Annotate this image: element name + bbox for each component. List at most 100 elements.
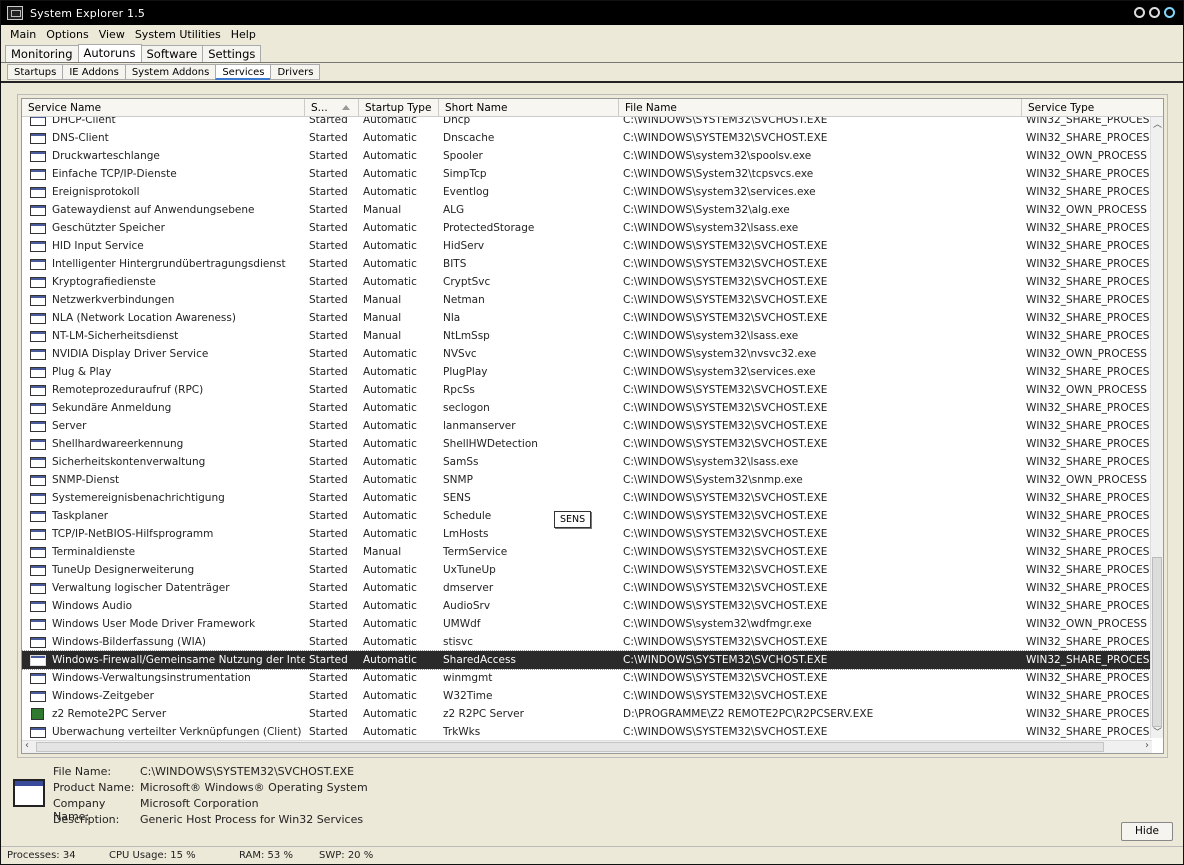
scroll-down-icon[interactable]: ﹀ — [1153, 725, 1162, 738]
table-row[interactable]: DNS-Client Started Automatic Dnscache C:\WIN… — [22, 129, 1152, 147]
service-icon — [30, 348, 46, 360]
column-service-name[interactable]: Service Name — [22, 99, 305, 117]
status-bar: Processes: 34 CPU Usage: 15 % RAM: 53 % … — [1, 846, 1183, 864]
table-row[interactable]: Geschützter Speicher Started Automatic Prot… — [22, 219, 1152, 237]
table-row[interactable]: Intelligenter Hintergrundübertragungsdie… — [22, 255, 1152, 273]
table-row[interactable]: Shellhardwareerkennung Started Automatic Sh… — [22, 435, 1152, 453]
cell-service-type: WIN32_SHARE_PROCESS — [1026, 636, 1152, 648]
service-icon — [30, 420, 46, 432]
table-row[interactable]: Terminaldienste Started Manual TermService C… — [22, 543, 1152, 561]
cell-startup-type: Automatic — [363, 708, 417, 720]
table-row[interactable]: HID Input Service Started Automatic HidServ… — [22, 237, 1152, 255]
table-row[interactable]: Windows-Bilderfassung (WIA) Started Automa… — [22, 633, 1152, 651]
cell-status: Started — [309, 294, 348, 306]
cell-status: Started — [309, 384, 348, 396]
column-short-name[interactable]: Short Name — [439, 99, 619, 117]
table-row[interactable]: Einfache TCP/IP-Dienste Started Automatic S… — [22, 165, 1152, 183]
table-row[interactable]: Ereignisprotokoll Started Automatic Eventlo… — [22, 183, 1152, 201]
cell-status: Started — [309, 690, 348, 702]
cell-service-type: WIN32_SHARE_PROCESS — [1026, 528, 1152, 540]
menu-system-utilities[interactable]: System Utilities — [130, 28, 226, 41]
maximize-icon[interactable] — [1149, 7, 1160, 18]
table-row[interactable]: Kryptografiedienste Started Automatic Crypt… — [22, 273, 1152, 291]
cell-file-name: C:\WINDOWS\system32\services.exe — [623, 186, 816, 198]
table-row[interactable]: NLA (Network Location Awareness) Started M… — [22, 309, 1152, 327]
scroll-up-icon[interactable]: ︿ — [1153, 117, 1162, 130]
cell-status: Started — [309, 582, 348, 594]
horizontal-scroll-thumb[interactable] — [36, 742, 1104, 752]
column-startup-type[interactable]: Startup Type — [359, 99, 439, 117]
table-row[interactable]: Windows-Firewall/Gemeinsame Nutzung der … — [22, 650, 1153, 670]
cell-service-type: WIN32_OWN_PROCESS — [1026, 384, 1147, 396]
scroll-right-icon[interactable]: › — [1145, 740, 1149, 751]
table-row[interactable]: Windows Audio Started Automatic AudioSrv C:\… — [22, 597, 1152, 615]
cell-status: Started — [309, 456, 348, 468]
table-row[interactable]: Netzwerkverbindungen Started Manual Netman C… — [22, 291, 1152, 309]
cell-file-name: D:\PROGRAMME\Z2 REMOTE2PC\R2PCSERV.EXE — [623, 708, 874, 720]
tab-startups[interactable]: Startups — [7, 64, 64, 80]
service-name-text: z2 Remote2PC Server — [52, 708, 167, 720]
service-icon — [30, 618, 46, 630]
tab-monitoring[interactable]: Monitoring — [5, 45, 79, 62]
cell-short-name: PlugPlay — [443, 366, 488, 378]
menu-options[interactable]: Options — [41, 28, 93, 41]
tab-services[interactable]: Services — [215, 64, 272, 80]
tab-software[interactable]: Software — [140, 45, 204, 62]
table-row[interactable]: Systemereignisbenachrichtigung Started Aut… — [22, 489, 1152, 507]
cell-short-name: LmHosts — [443, 528, 489, 540]
scroll-left-icon[interactable]: ‹ — [25, 740, 29, 751]
menu-help[interactable]: Help — [226, 28, 261, 41]
cell-service-name: Netzwerkverbindungen — [22, 294, 305, 306]
table-row[interactable]: Plug & Play Started Automatic PlugPlay C:\WI… — [22, 363, 1152, 381]
cell-status: Started — [309, 348, 348, 360]
table-row[interactable]: Windows-Zeitgeber Started Automatic W32Time… — [22, 687, 1152, 705]
table-row[interactable]: Verwaltung logischer Datenträger Started A… — [22, 579, 1152, 597]
tab-ie-addons[interactable]: IE Addons — [62, 64, 126, 80]
table-row[interactable]: Sicherheitskontenverwaltung Started Automa… — [22, 453, 1152, 471]
tab-settings[interactable]: Settings — [202, 45, 262, 62]
horizontal-scrollbar[interactable]: ‹ › — [22, 740, 1152, 753]
cell-file-name: C:\WINDOWS\system32\lsass.exe — [623, 222, 799, 234]
services-list[interactable]: DHCP-Client Started Automatic Dhcp C:\WINDOW… — [21, 98, 1164, 754]
table-row[interactable]: Sekundäre Anmeldung Started Automatic seclo… — [22, 399, 1152, 417]
cell-service-type: WIN32_OWN_PROCESS — [1026, 204, 1147, 216]
tab-autoruns[interactable]: Autoruns — [77, 44, 142, 62]
cell-service-type: WIN32_SHARE_PROCESS — [1026, 186, 1152, 198]
cell-service-type: WIN32_OWN_PROCESS — [1026, 618, 1147, 630]
tab-drivers[interactable]: Drivers — [270, 64, 321, 80]
tab-system-addons[interactable]: System Addons — [124, 64, 217, 80]
table-row[interactable]: NVIDIA Display Driver Service Started Auto… — [22, 345, 1152, 363]
table-row[interactable]: Druckwarteschlange Started Automatic Spoole… — [22, 147, 1152, 165]
details-panel: File Name: C:\WINDOWS\SYSTEM32\SVCHOST.E… — [1, 761, 1183, 846]
table-row[interactable]: Windows-Verwaltungsinstrumentation Starte… — [22, 669, 1152, 687]
table-row[interactable]: Windows User Mode Driver Framework Starte… — [22, 615, 1152, 633]
table-row[interactable]: Überwachung verteilter Verknüpfungen (Cl… — [22, 723, 1152, 741]
menu-view[interactable]: View — [94, 28, 130, 41]
table-row[interactable]: Server Started Automatic lanmanserver C:\WIN… — [22, 417, 1152, 435]
table-row[interactable]: TuneUp Designerweiterung Started Automatic… — [22, 561, 1152, 579]
table-row[interactable]: NT-LM-Sicherheitsdienst Started Manual NtLm… — [22, 327, 1152, 345]
file-name-label: File Name: — [53, 765, 112, 778]
table-row[interactable]: z2 Remote2PC Server Started Automatic z2 R2… — [22, 705, 1152, 723]
cell-service-name: DNS-Client — [22, 132, 305, 144]
service-icon — [30, 168, 46, 180]
vertical-scroll-thumb[interactable] — [1152, 557, 1162, 727]
minimize-icon[interactable] — [1134, 7, 1145, 18]
table-row[interactable]: Remoteprozeduraufruf (RPC) Started Automat… — [22, 381, 1152, 399]
close-icon[interactable] — [1164, 7, 1175, 18]
service-icon — [30, 150, 46, 162]
cell-service-name: NLA (Network Location Awareness) — [22, 312, 305, 324]
column-service-type[interactable]: Service Type — [1022, 99, 1163, 117]
table-row[interactable]: Gatewaydienst auf Anwendungsebene Started… — [22, 201, 1152, 219]
cell-startup-type: Automatic — [363, 618, 417, 630]
menu-main[interactable]: Main — [5, 28, 41, 41]
service-name-text: Verwaltung logischer Datenträger — [52, 582, 230, 594]
table-row[interactable]: SNMP-Dienst Started Automatic SNMP C:\WINDOW… — [22, 471, 1152, 489]
column-status[interactable]: S... — [305, 99, 359, 117]
service-large-icon — [13, 779, 45, 807]
vertical-scrollbar[interactable]: ︿ ﹀ — [1150, 117, 1163, 738]
cell-service-name: Intelligenter Hintergrundübertragungsdie… — [22, 258, 305, 270]
service-name-text: Einfache TCP/IP-Dienste — [52, 168, 177, 180]
hide-button[interactable]: Hide — [1121, 822, 1173, 841]
column-file-name[interactable]: File Name — [619, 99, 1022, 117]
